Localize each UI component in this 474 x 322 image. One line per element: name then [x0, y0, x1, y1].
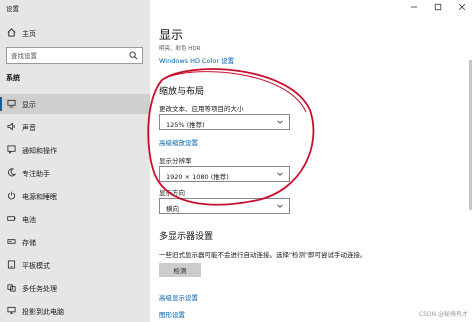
- power-icon: [7, 191, 16, 200]
- advanced-display-link[interactable]: 高级显示设置: [159, 292, 198, 302]
- speaker-icon: [7, 122, 16, 131]
- search-box[interactable]: [6, 47, 143, 64]
- maximize-icon[interactable]: [426, 0, 450, 14]
- sidebar-item-label: 通知和操作: [22, 147, 57, 155]
- resolution-value: 1920 × 1080 (推荐): [166, 173, 229, 181]
- chevron-down-icon: [276, 170, 284, 180]
- sidebar: 设置 主页 系统 显示 声音 通知和操作 专注助手 电源和睡眠 电池 存储: [0, 0, 150, 322]
- window-controls: [402, 0, 474, 14]
- scale-value: 125% (推荐): [166, 121, 205, 129]
- orientation-label: 显示方向: [159, 189, 185, 197]
- multitask-icon: [7, 283, 16, 292]
- sidebar-item-label: 存储: [22, 239, 36, 247]
- sidebar-item-multitasking[interactable]: 多任务处理: [0, 278, 150, 298]
- multi-display-description: 一些旧式显示器可能不会进行自动连接。选择"检测"即可尝试手动连接。: [159, 251, 367, 259]
- sidebar-item-project[interactable]: 投影到此电脑: [0, 301, 150, 321]
- sidebar-item-label: 投影到此电脑: [22, 308, 64, 316]
- moon-icon: [7, 168, 17, 177]
- sidebar-item-battery[interactable]: 电池: [0, 209, 150, 229]
- watermark: CSDN @秘境有才: [418, 311, 468, 318]
- tablet-icon: [7, 260, 16, 269]
- window-title: 设置: [6, 5, 19, 13]
- detect-button[interactable]: 检测: [159, 263, 201, 277]
- hdr-subnote: 明亮、彩色 HDR: [159, 46, 201, 52]
- search-icon[interactable]: [129, 51, 138, 62]
- notification-icon: [7, 145, 16, 155]
- sidebar-item-tablet-mode[interactable]: 平板模式: [0, 255, 150, 275]
- sidebar-item-notifications[interactable]: 通知和操作: [0, 140, 150, 160]
- storage-icon: [7, 237, 16, 246]
- graphics-settings-link[interactable]: 图形设置: [159, 309, 185, 319]
- home-icon: [7, 28, 16, 39]
- minimize-icon[interactable]: [402, 0, 426, 14]
- orientation-dropdown[interactable]: 横向: [159, 198, 290, 214]
- sidebar-item-storage[interactable]: 存储: [0, 232, 150, 252]
- sidebar-item-focus-assist[interactable]: 专注助手: [0, 163, 150, 183]
- orientation-value: 横向: [166, 205, 179, 213]
- scale-label: 更改文本、应用等项目的大小: [159, 105, 244, 113]
- sidebar-item-label: 专注助手: [22, 170, 50, 178]
- sidebar-item-home[interactable]: 主页: [0, 22, 150, 42]
- scale-layout-heading: 缩放与布局: [159, 87, 205, 97]
- multi-display-heading: 多显示器设置: [159, 232, 214, 242]
- sidebar-item-display[interactable]: 显示: [0, 94, 150, 114]
- monitor-icon: [7, 99, 16, 108]
- resolution-label: 显示分辨率: [159, 157, 192, 165]
- sidebar-item-label: 声音: [22, 124, 36, 132]
- chevron-down-icon: [276, 202, 284, 212]
- sidebar-item-label: 电源和睡眠: [22, 193, 57, 201]
- sidebar-group-label: 系统: [6, 74, 20, 82]
- scale-dropdown[interactable]: 125% (推荐): [159, 114, 290, 130]
- sidebar-item-power-sleep[interactable]: 电源和睡眠: [0, 186, 150, 206]
- main-content: 显示 明亮、彩色 HDR Windows HD Color 设置 缩放与布局 更…: [150, 0, 474, 322]
- sidebar-item-sound[interactable]: 声音: [0, 117, 150, 137]
- sidebar-item-label: 电池: [22, 216, 36, 224]
- resolution-dropdown[interactable]: 1920 × 1080 (推荐): [159, 166, 290, 182]
- sidebar-item-label: 主页: [22, 30, 36, 38]
- sidebar-item-label: 平板模式: [22, 262, 50, 270]
- hdr-color-settings-link[interactable]: Windows HD Color 设置: [159, 55, 234, 65]
- close-icon[interactable]: [450, 0, 474, 14]
- project-icon: [7, 306, 16, 315]
- sidebar-item-label: 多任务处理: [22, 285, 57, 293]
- chevron-down-icon: [276, 118, 284, 128]
- scrollbar[interactable]: [469, 60, 472, 210]
- advanced-scaling-link[interactable]: 高级缩放设置: [159, 137, 198, 147]
- page-title: 显示: [159, 28, 184, 42]
- battery-icon: [7, 214, 16, 223]
- sidebar-item-label: 显示: [22, 101, 36, 109]
- search-input[interactable]: [11, 51, 121, 61]
